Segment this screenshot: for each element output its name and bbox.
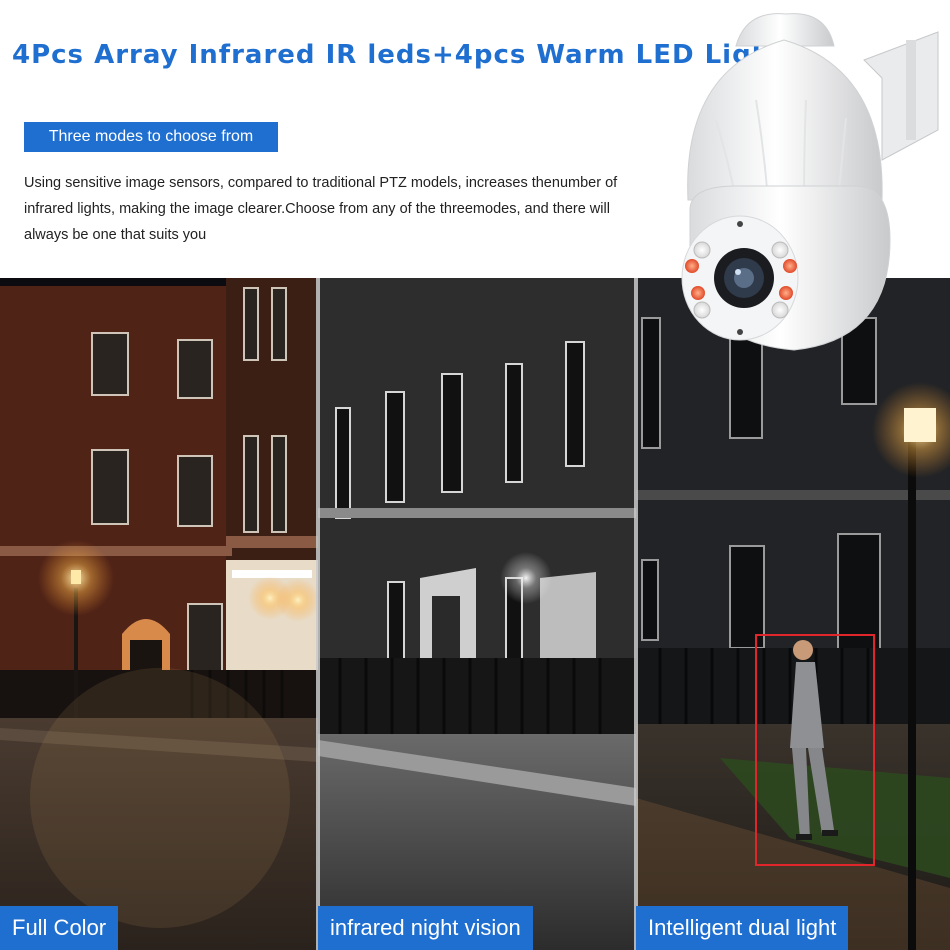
label-intelligent-dual-light: Intelligent dual light (636, 906, 849, 950)
panel-full-color-image (0, 278, 320, 950)
label-infrared-night-vision: infrared night vision (318, 906, 533, 950)
ptz-camera-image (676, 10, 950, 355)
description-text: Using sensitive image sensors, compared … (24, 175, 618, 243)
night-scene-photo (0, 278, 950, 950)
panel-dual-light-image (636, 278, 950, 950)
label-full-color: Full Color (0, 906, 119, 950)
panel-infrared-image (318, 278, 636, 950)
modes-badge: Three modes to choose from (24, 122, 278, 152)
